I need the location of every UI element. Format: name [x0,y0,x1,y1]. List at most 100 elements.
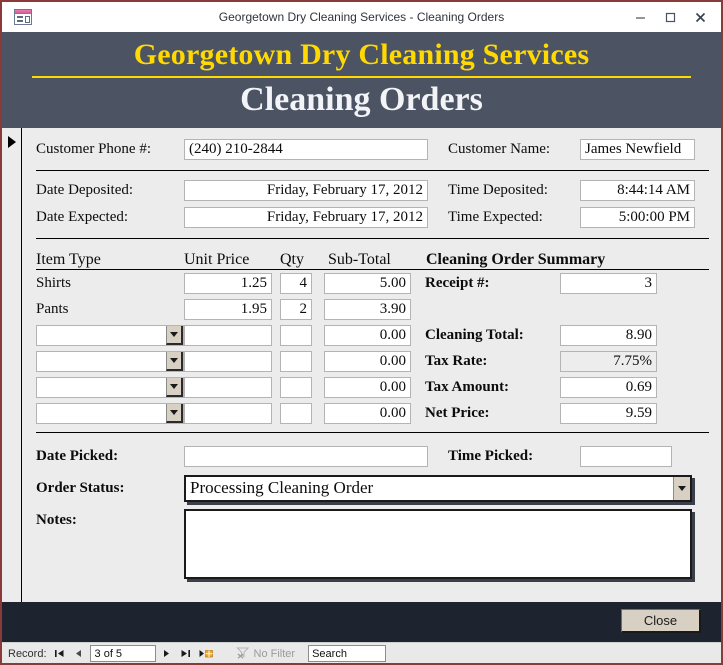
sub-total-input[interactable]: 3.90 [324,298,411,320]
date-deposited-row: Date Deposited: Friday, February 17, 201… [36,177,709,204]
date-expected-row: Date Expected: Friday, February 17, 2012… [36,204,709,231]
date-deposited-input[interactable]: Friday, February 17, 2012 [184,180,428,202]
customer-name-label: Customer Name: [448,141,551,158]
item-type-select[interactable] [36,376,184,398]
time-deposited-input[interactable]: 8:44:14 AM [580,180,695,202]
date-expected-label: Date Expected: [36,209,129,226]
unit-price-input[interactable]: 1.95 [184,298,272,320]
item-type-select[interactable] [36,402,184,424]
header-qty: Qty [280,251,304,269]
record-navigator: Record: 3 of 5 No Filter Search [2,642,721,663]
notes-row: Notes: [36,509,709,580]
minimize-icon[interactable] [625,5,655,29]
customer-row: Customer Phone #: (240) 210-2844 Custome… [36,137,709,162]
company-title: Georgetown Dry Cleaning Services [133,38,590,71]
customer-phone-label: Customer Phone #: [36,141,151,158]
qty-input[interactable] [280,402,312,424]
unit-price-input[interactable] [184,376,272,398]
customer-name-input[interactable]: James Newfield [580,139,695,161]
item-type-value [37,404,166,423]
last-record-icon[interactable] [178,645,194,663]
next-record-icon[interactable] [159,645,175,663]
time-expected-input[interactable]: 5:00:00 PM [580,207,695,229]
chevron-down-icon[interactable] [166,351,183,371]
qty-input[interactable]: 4 [280,272,312,294]
chevron-down-icon[interactable] [166,377,183,397]
sub-total-input[interactable]: 5.00 [324,272,411,294]
tax-rate-input[interactable]: 7.75% [560,350,657,372]
table-row: Shirts 1.25 4 5.00 Receipt #: 3 [36,270,709,296]
item-type-select[interactable] [36,324,184,346]
order-status-value: Processing Cleaning Order [190,478,374,498]
search-input[interactable]: Search [308,645,387,663]
receipt-label: Receipt #: [425,274,490,291]
tax-rate-label: Tax Rate: [425,352,488,369]
window-controls [625,5,721,29]
close-icon[interactable] [685,5,715,29]
order-status-select[interactable]: Processing Cleaning Order [184,474,692,502]
item-type-value: Shirts [36,274,72,291]
unit-price-input[interactable]: 1.25 [184,272,272,294]
item-type-select[interactable] [36,350,184,372]
time-picked-input[interactable] [580,445,672,467]
sub-total-input[interactable]: 0.00 [324,324,411,346]
table-row: 0.00 Net Price: 9.59 [36,400,709,426]
notes-textarea[interactable] [184,509,692,580]
qty-input[interactable] [280,324,312,346]
item-type-value: Pants [36,300,69,317]
table-row: 0.00 Cleaning Total: 8.90 [36,322,709,348]
chevron-down-icon[interactable] [166,403,183,423]
time-expected-label: Time Expected: [448,209,543,226]
record-selector[interactable] [2,128,22,603]
table-row: 0.00 Tax Amount: 0.69 [36,374,709,400]
customer-phone-input[interactable]: (240) 210-2844 [184,139,428,161]
previous-record-icon[interactable] [71,645,87,663]
record-label: Record: [8,647,47,660]
sub-total-input[interactable]: 0.00 [324,376,411,398]
page-title: Cleaning Orders [240,80,483,118]
filter-status[interactable]: No Filter [235,646,295,662]
order-status-row: Order Status: Processing Cleaning Order [36,471,709,505]
chevron-down-icon[interactable] [673,476,690,500]
customer-section: Customer Phone #: (240) 210-2844 Custome… [36,128,709,170]
new-record-icon[interactable] [197,645,216,663]
items-rows-container: Shirts 1.25 4 5.00 Receipt #: 3 Pants 1.95 2 3.90… [36,270,709,426]
date-picked-input[interactable] [184,445,428,467]
maximize-icon[interactable] [655,5,685,29]
tax-amount-input[interactable]: 0.69 [560,376,657,398]
date-expected-input[interactable]: Friday, February 17, 2012 [184,207,428,229]
qty-input[interactable] [280,376,312,398]
cleaning-total-input[interactable]: 8.90 [560,324,657,346]
item-type-value [37,378,166,397]
unit-price-input[interactable] [184,324,272,346]
sub-total-input[interactable]: 0.00 [324,350,411,372]
no-filter-icon [235,646,251,662]
record-position-input[interactable]: 3 of 5 [89,645,156,663]
navigator-filler [389,643,721,663]
title-bar: Georgetown Dry Cleaning Services - Clean… [2,2,721,32]
summary-title: Cleaning Order Summary [426,251,606,269]
date-picked-label: Date Picked: [36,447,119,464]
items-and-summary-section: Item Type Unit Price Qty Sub-Total Clean… [36,239,709,426]
header-item-type: Item Type [36,251,101,269]
table-row: Pants 1.95 2 3.90 [36,296,709,322]
sub-total-input[interactable]: 0.00 [324,402,411,424]
form-footer: Close [2,602,721,643]
qty-input[interactable] [280,350,312,372]
time-picked-label: Time Picked: [448,447,534,464]
item-type-value [37,352,166,371]
unit-price-input[interactable] [184,402,272,424]
cleaning-total-label: Cleaning Total: [425,326,524,343]
receipt-input[interactable]: 3 [560,272,657,294]
header-unit-price: Unit Price [184,251,250,269]
items-header-row: Item Type Unit Price Qty Sub-Total Clean… [36,243,709,269]
qty-input[interactable]: 2 [280,298,312,320]
banner-divider [32,75,691,78]
chevron-down-icon[interactable] [166,325,183,345]
unit-price-input[interactable] [184,350,272,372]
first-record-icon[interactable] [52,645,68,663]
access-form-icon [14,9,32,25]
close-button[interactable]: Close [621,609,701,634]
net-price-input[interactable]: 9.59 [560,402,657,424]
net-price-label: Net Price: [425,404,490,421]
